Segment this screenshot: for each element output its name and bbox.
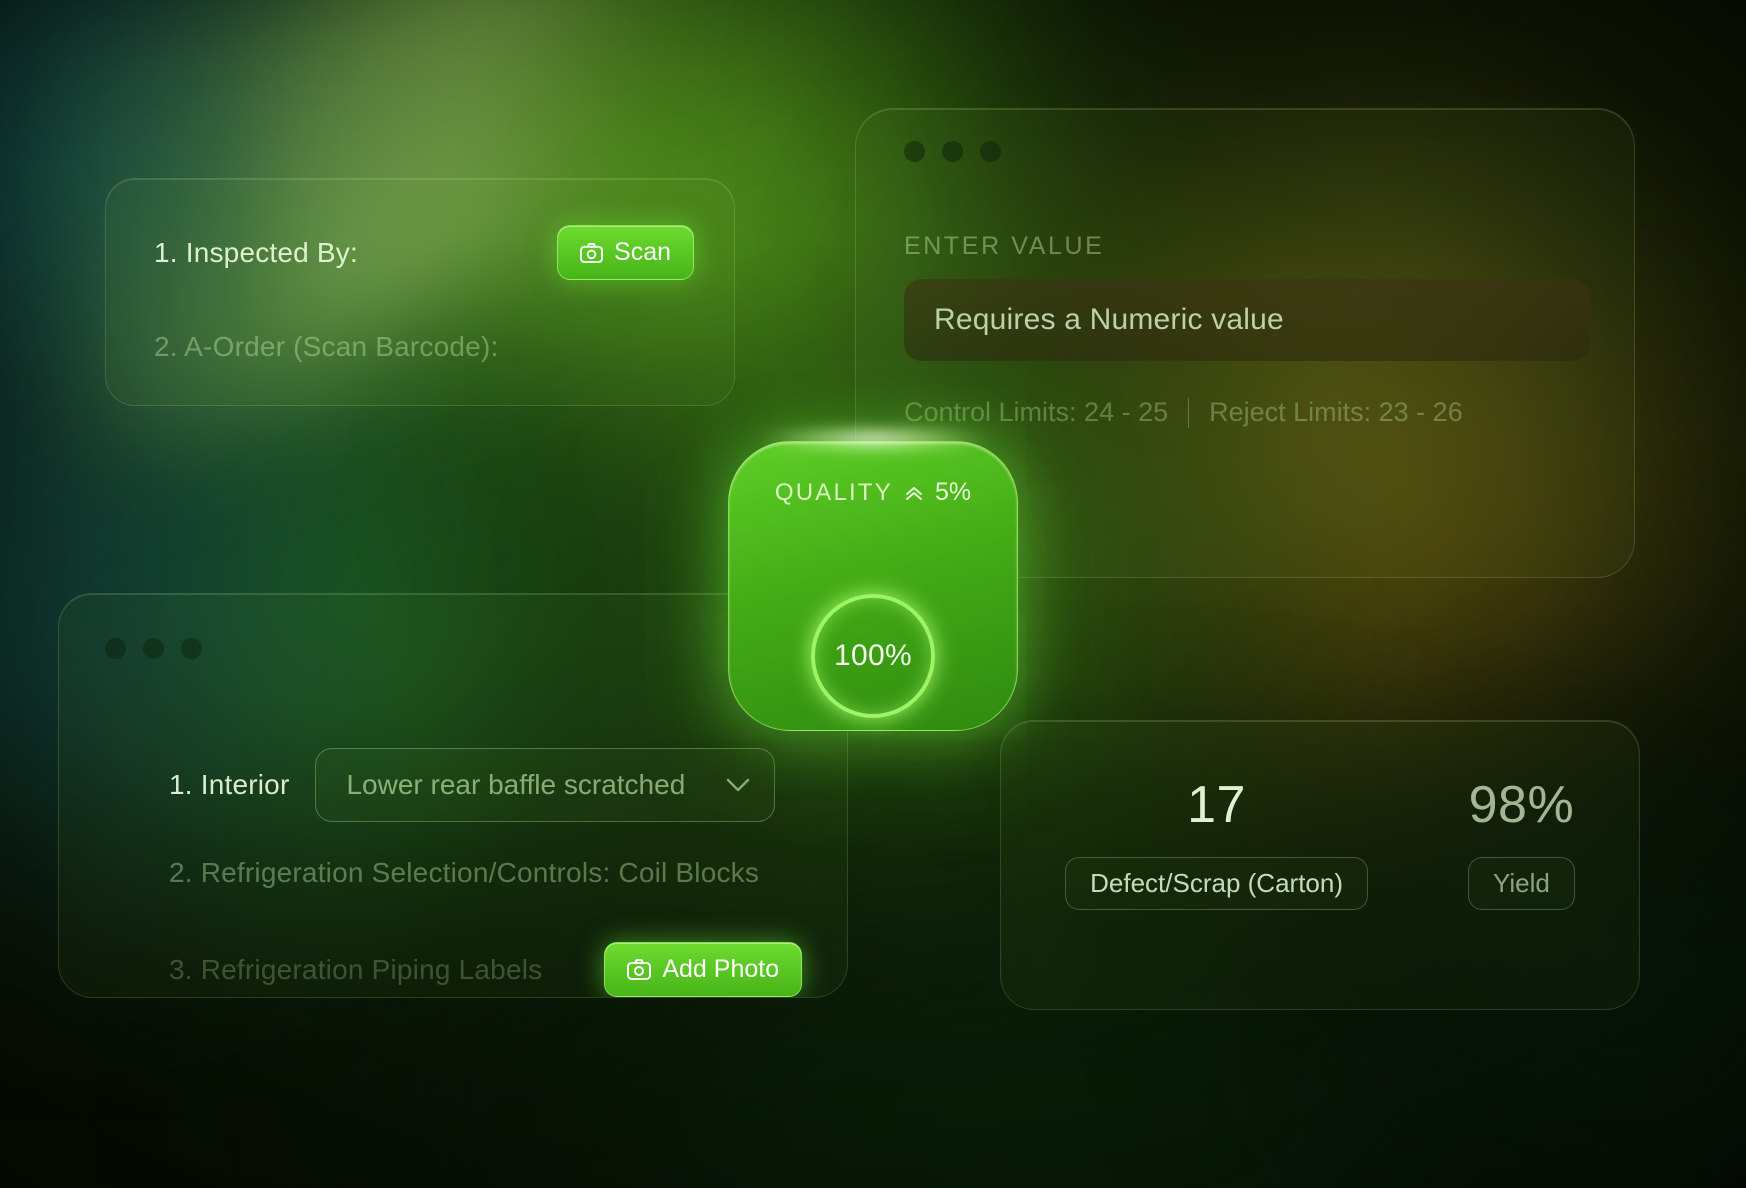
quality-header: QUALITY 5%: [729, 478, 1017, 507]
chevron-double-up-icon: [905, 486, 922, 500]
a-order-row[interactable]: 2. A-Order (Scan Barcode):: [154, 331, 498, 363]
checklist-window-dots: [105, 638, 202, 659]
numeric-value-placeholder: Requires a Numeric value: [934, 303, 1284, 336]
interior-dropdown[interactable]: Lower rear baffle scratched: [315, 748, 776, 822]
window-dot-minimize[interactable]: [942, 141, 963, 162]
kpi-defect-scrap-value: 17: [1187, 776, 1246, 834]
quality-delta: 5%: [934, 478, 972, 506]
numeric-value-input[interactable]: Requires a Numeric value: [904, 279, 1590, 361]
checklist-row-interior: 1. Interior Lower rear baffle scratched: [169, 748, 776, 822]
camera-icon: [627, 959, 652, 980]
quality-gauge-value: 100%: [834, 639, 912, 672]
add-photo-button[interactable]: Add Photo: [604, 942, 803, 997]
window-dot-close[interactable]: [105, 638, 126, 659]
scan-button[interactable]: Scan: [557, 225, 694, 280]
app-screen: 1. Inspected By: Scan 2. A-Order (Scan B…: [0, 0, 1746, 1188]
checklist-row-piping: 3. Refrigeration Piping Labels Add Photo: [169, 942, 803, 997]
chevron-down-icon: [727, 778, 750, 792]
camera-icon: [580, 242, 603, 263]
inspected-by-row: 1. Inspected By: Scan: [154, 225, 694, 280]
control-limits-text: Control Limits: 24 - 25: [904, 397, 1169, 427]
enter-value-header: ENTER VALUE: [904, 232, 1105, 260]
checklist-row-refrigeration[interactable]: 2. Refrigeration Selection/Controls: Coi…: [169, 857, 759, 889]
kpi-yield: 98% Yield: [1468, 775, 1575, 910]
window-dot-maximize[interactable]: [181, 638, 202, 659]
piping-labels-label: 3. Refrigeration Piping Labels: [169, 953, 543, 985]
kpi-yield-label: Yield: [1468, 857, 1575, 910]
quality-gauge-ring: 100%: [811, 594, 935, 718]
kpi-list: 17 Defect/Scrap (Carton) 98% Yield: [1001, 775, 1639, 910]
refrigeration-selection-label: 2. Refrigeration Selection/Controls: Coi…: [169, 857, 760, 888]
inspected-by-label: 1. Inspected By:: [154, 236, 358, 268]
window-dot-maximize[interactable]: [980, 141, 1001, 162]
kpi-panel: 17 Defect/Scrap (Carton) 98% Yield: [1000, 720, 1640, 1010]
kpi-yield-value: 98%: [1468, 776, 1575, 834]
a-order-label: 2. A-Order (Scan Barcode):: [154, 331, 499, 362]
limits-row: Control Limits: 24 - 25 Reject Limits: 2…: [904, 397, 1463, 428]
reject-limits-text: Reject Limits: 23 - 26: [1209, 397, 1463, 427]
kpi-defect-scrap: 17 Defect/Scrap (Carton): [1065, 775, 1368, 910]
quality-title: QUALITY: [774, 478, 893, 506]
interior-dropdown-value: Lower rear baffle scratched: [346, 769, 686, 800]
window-dot-minimize[interactable]: [143, 638, 164, 659]
inspection-card: 1. Inspected By: Scan 2. A-Order (Scan B…: [105, 178, 735, 406]
limits-divider: [1188, 397, 1190, 428]
kpi-defect-scrap-label: Defect/Scrap (Carton): [1065, 857, 1368, 910]
interior-label: 1. Interior: [169, 769, 290, 800]
add-photo-button-label: Add Photo: [662, 955, 780, 983]
quality-card[interactable]: QUALITY 5% 100%: [728, 441, 1018, 731]
window-dots: [904, 141, 1001, 162]
window-dot-close[interactable]: [904, 141, 925, 162]
scan-button-label: Scan: [614, 238, 671, 266]
